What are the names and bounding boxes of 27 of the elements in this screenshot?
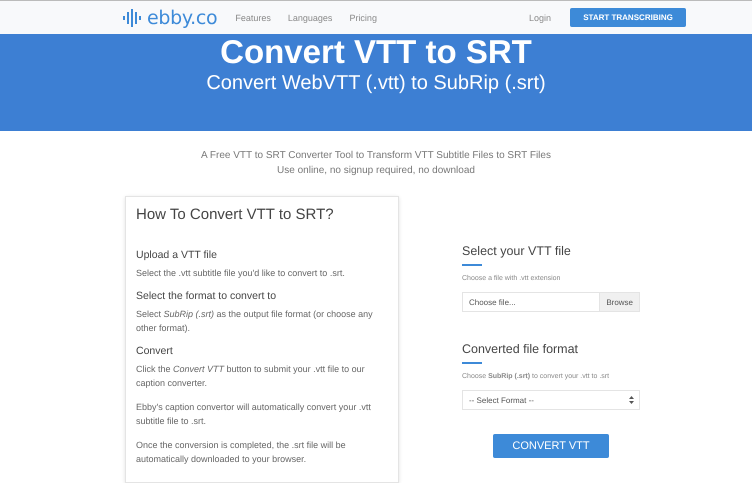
hero-title: Convert VTT to SRT [219, 34, 533, 70]
section-title: Select your VTT file [462, 244, 572, 258]
sort-caret-icon [629, 396, 634, 404]
step-heading: Select the format to convert to [136, 290, 278, 302]
logo-text[interactable]: ebby.co [147, 6, 218, 28]
step-text: Ebby's caption convertor will automatically convert your .vtt subtitle file to .srt. [136, 401, 372, 428]
start-transcribing-button[interactable]: START TRANSCRIBING [570, 8, 686, 27]
hero-subtitle: Convert WebVTT (.vtt) to SubRip (.srt) [205, 72, 547, 95]
nav-link[interactable]: Languages [288, 12, 332, 22]
format-select[interactable]: -- Select Format -- [462, 390, 640, 410]
step-text: Select SubRip (.srt) as the output file format (or choose any other format). [136, 308, 374, 335]
step-text: Once the conversion is completed, the .srt file will be automatically downloaded to your browser. [136, 439, 347, 466]
card-title: How To Convert VTT to SRT? [136, 206, 335, 223]
convert-button[interactable]: CONVERT VTT [493, 434, 609, 458]
nav-link[interactable]: Features [235, 12, 271, 22]
nav-link[interactable]: Pricing [349, 12, 377, 22]
intro-text: Use online, no signup required, no download [276, 164, 476, 178]
intro-text: A Free VTT to SRT Converter Tool to Transform VTT Subtitle Files to SRT Files [200, 149, 552, 163]
section-title: Converted file format [462, 342, 580, 356]
file-input-field[interactable]: Choose file... Browse [462, 292, 640, 312]
step-text: Click the Convert VTT button to submit your .vtt file to our caption converter. [136, 363, 366, 390]
browse-button[interactable]: Browse [599, 293, 639, 311]
step-heading: Upload a VTT file [136, 249, 218, 261]
step-text: Select the .vtt subtitle file you'd like to convert to .srt. [136, 267, 346, 280]
step-heading: Convert [136, 345, 174, 357]
logo-icon [123, 8, 143, 26]
login-link[interactable]: Login [528, 12, 551, 22]
